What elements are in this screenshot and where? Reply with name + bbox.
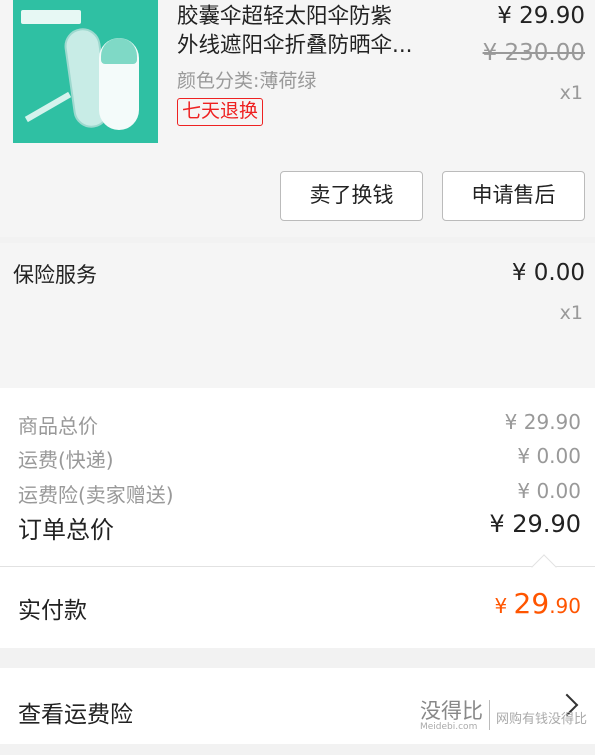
insurance-price: ¥ 0.00 (511, 260, 585, 286)
summary-row-goods: 商品总价 ¥ 29.90 (18, 410, 581, 439)
summary-row-total: 订单总价 ¥ 29.90 (18, 510, 581, 545)
actual-payment-amount: ¥ 29.90 (494, 587, 581, 620)
product-card[interactable]: 胶囊伞超轻太阳伞防紫 外线遮阳伞折叠防晒伞... ¥ 29.90 ¥ 230.0… (0, 0, 595, 237)
summary-label: 运费(快递) (18, 448, 114, 472)
product-spec: 颜色分类:薄荷绿 (177, 70, 317, 92)
view-shipping-insurance-label: 查看运费险 (18, 702, 133, 728)
summary-row-shipping-insurance: 运费险(卖家赠送) ¥ 0.00 (18, 479, 581, 508)
insurance-quantity: x1 (559, 302, 583, 324)
summary-value: ¥ 29.90 (504, 410, 581, 434)
summary-label: 运费险(卖家赠送) (18, 483, 174, 507)
product-original-price: ¥ 230.00 (482, 40, 585, 66)
watermark: 没得比 Meidebi.com 网购有钱没得比 (420, 700, 587, 732)
product-title-line2: 外线遮阳伞折叠防晒伞... (177, 33, 413, 58)
image-tag (21, 10, 81, 24)
watermark-name: 没得比 (419, 699, 483, 723)
payment-decimal: .90 (549, 594, 581, 618)
order-summary: 商品总价 ¥ 29.90 运费(快递) ¥ 0.00 运费险(卖家赠送) ¥ 0… (0, 388, 595, 566)
order-total-label: 订单总价 (18, 516, 114, 544)
watermark-brand: 没得比 Meidebi.com (420, 700, 483, 732)
watermark-slogan: 网购有钱没得比 (495, 712, 587, 727)
order-total-value: ¥ 29.90 (489, 510, 581, 538)
payment-integer: 29 (513, 587, 550, 620)
summary-value: ¥ 0.00 (517, 479, 581, 503)
product-title[interactable]: 胶囊伞超轻太阳伞防紫 外线遮阳伞折叠防晒伞... (177, 2, 457, 60)
insurance-service: 保险服务 ¥ 0.00 x1 (0, 243, 595, 388)
product-title-line1: 胶囊伞超轻太阳伞防紫 (177, 4, 393, 29)
product-image[interactable] (13, 0, 158, 143)
actual-payment: 实付款 ¥ 29.90 (0, 566, 595, 648)
product-quantity: x1 (559, 82, 583, 104)
insurance-title: 保险服务 (13, 263, 97, 287)
summary-value: ¥ 0.00 (517, 444, 581, 468)
sell-button[interactable]: 卖了换钱 (280, 171, 423, 221)
summary-label: 商品总价 (18, 414, 98, 438)
watermark-url: Meidebi.com (419, 722, 478, 732)
return-policy-badge: 七天退换 (177, 98, 264, 126)
product-price: ¥ 29.90 (497, 3, 585, 29)
watermark-divider (488, 700, 490, 730)
image-stripe (24, 91, 72, 123)
actual-payment-label: 实付款 (18, 598, 87, 624)
payment-currency: ¥ (494, 594, 514, 618)
summary-row-shipping: 运费(快递) ¥ 0.00 (18, 444, 581, 473)
after-sales-button[interactable]: 申请售后 (442, 171, 585, 221)
